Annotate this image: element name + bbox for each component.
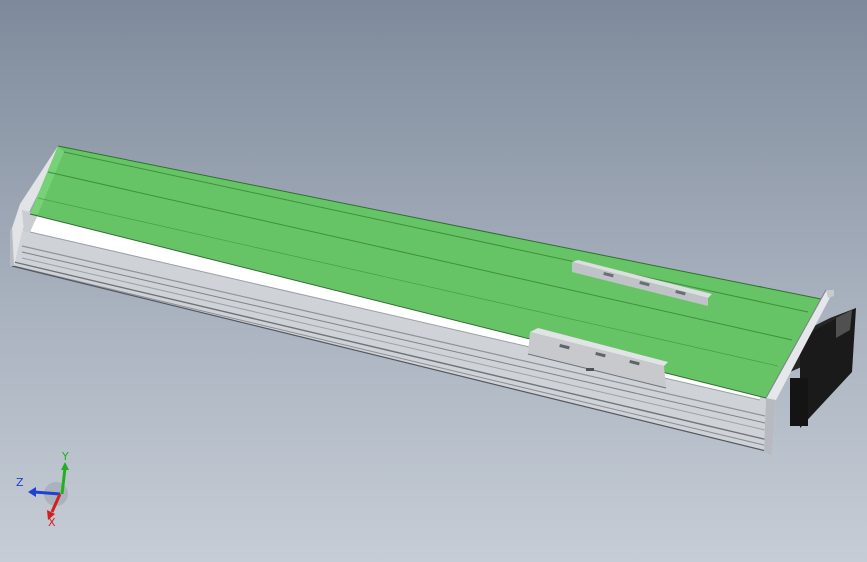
coordinate-triad: Y Z X bbox=[16, 450, 69, 528]
y-axis-arrow-icon bbox=[61, 462, 69, 470]
z-axis-line bbox=[33, 490, 61, 496]
linear-module-model[interactable] bbox=[0, 0, 867, 562]
model-viewport[interactable]: Y Z X bbox=[0, 0, 867, 562]
z-axis-arrow-icon bbox=[28, 487, 36, 497]
z-axis-label: Z bbox=[16, 476, 24, 489]
x-axis-label: X bbox=[48, 516, 56, 528]
front-carriage-screw bbox=[586, 368, 594, 371]
y-axis-label: Y bbox=[61, 450, 69, 463]
motor-base-block bbox=[790, 378, 808, 426]
end-plate-edge bbox=[764, 398, 776, 456]
